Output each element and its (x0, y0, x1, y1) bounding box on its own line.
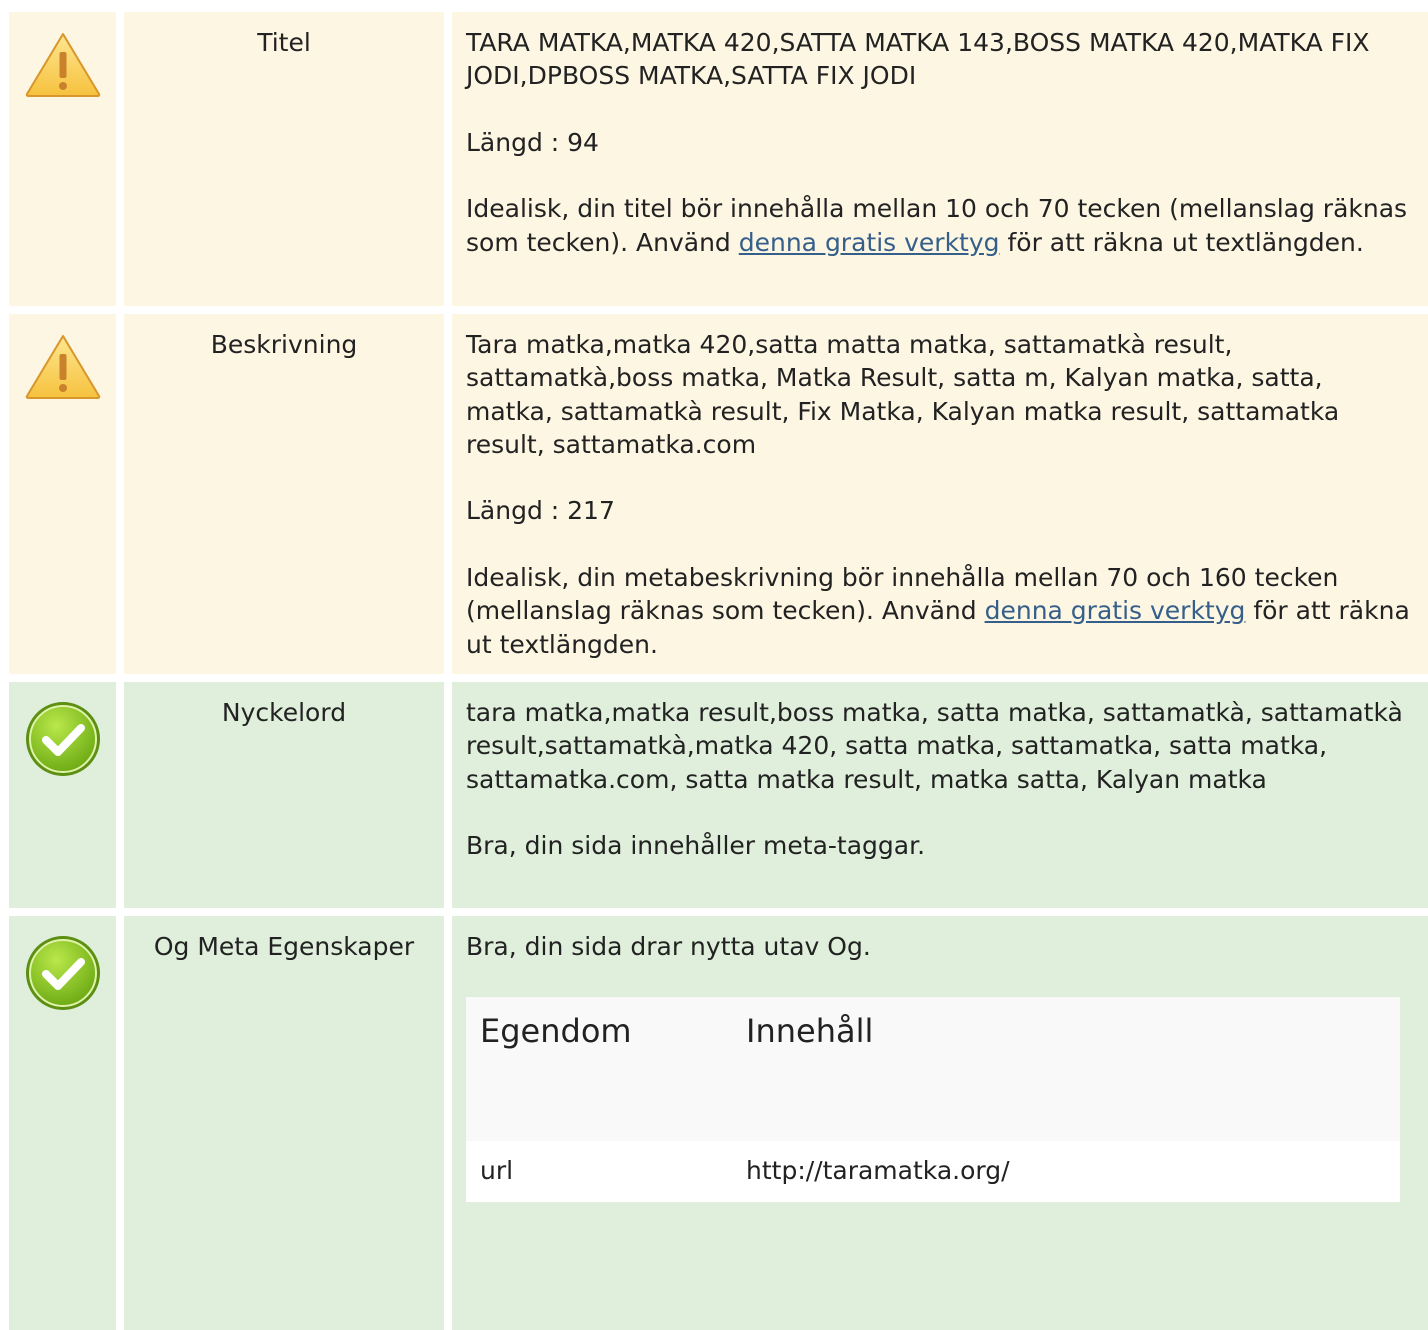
length-text: Längd : 94 (466, 127, 599, 157)
content-cell: Tara matka,matka 420,satta matta matka, … (452, 314, 1428, 674)
label-cell: Og Meta Egenskaper (124, 916, 444, 1330)
label-cell: Titel (124, 12, 444, 306)
status-cell (9, 314, 116, 674)
advice-text: Idealisk, din metabeskrivning bör innehå… (466, 563, 1410, 659)
row-label: Beskrivning (210, 330, 358, 359)
free-tool-link[interactable]: denna gratis verktyg (739, 228, 1000, 257)
content-cell: TARA MATKA,MATKA 420,SATTA MATKA 143,BOS… (452, 12, 1428, 306)
status-message: Bra, din sida innehåller meta-taggar. (466, 831, 926, 861)
column-header-content: Innehåll (732, 996, 1400, 1141)
status-message: Bra, din sida drar nytta utav Og. (466, 932, 871, 961)
property-cell: url (466, 1140, 732, 1202)
report-row-title: Titel TARA MATKA,MATKA 420,SATTA MATKA 1… (0, 12, 1428, 306)
warning-icon (25, 33, 101, 97)
table-header-row: Egendom Innehåll (466, 996, 1400, 1141)
title-value: TARA MATKA,MATKA 420,SATTA MATKA 143,BOS… (466, 28, 1370, 91)
report-row-description: Beskrivning Tara matka,matka 420,satta m… (0, 314, 1428, 674)
length-text: Längd : 217 (466, 496, 615, 526)
og-properties-table: Egendom Innehåll url http://taramatka.or… (466, 996, 1400, 1202)
label-cell: Beskrivning (124, 314, 444, 674)
keywords-value: tara matka,matka result,boss matka, satt… (466, 698, 1403, 794)
table-row: url http://taramatka.org/ (466, 1140, 1400, 1202)
free-tool-link[interactable]: denna gratis verktyg (985, 596, 1246, 625)
label-cell: Nyckelord (124, 682, 444, 908)
check-icon (26, 936, 100, 1010)
status-cell (9, 12, 116, 306)
advice-text: Idealisk, din titel bör innehålla mellan… (466, 194, 1408, 257)
warning-icon (25, 335, 101, 399)
status-cell (9, 916, 116, 1330)
check-icon (26, 702, 100, 776)
row-label: Titel (257, 28, 311, 57)
seo-report: Titel TARA MATKA,MATKA 420,SATTA MATKA 1… (0, 0, 1428, 1330)
report-row-og-meta: Og Meta Egenskaper Bra, din sida drar ny… (0, 916, 1428, 1330)
content-cell: Bra, din sida drar nytta utav Og. Egendo… (452, 916, 1428, 1330)
row-label: Nyckelord (221, 698, 347, 727)
content-cell-value: http://taramatka.org/ (732, 1140, 1400, 1202)
content-cell: tara matka,matka result,boss matka, satt… (452, 682, 1428, 908)
description-value: Tara matka,matka 420,satta matta matka, … (466, 330, 1340, 459)
report-row-keywords: Nyckelord tara matka,matka result,boss m… (0, 682, 1428, 908)
column-header-property: Egendom (466, 996, 732, 1141)
status-cell (9, 682, 116, 908)
row-label: Og Meta Egenskaper (153, 932, 415, 961)
